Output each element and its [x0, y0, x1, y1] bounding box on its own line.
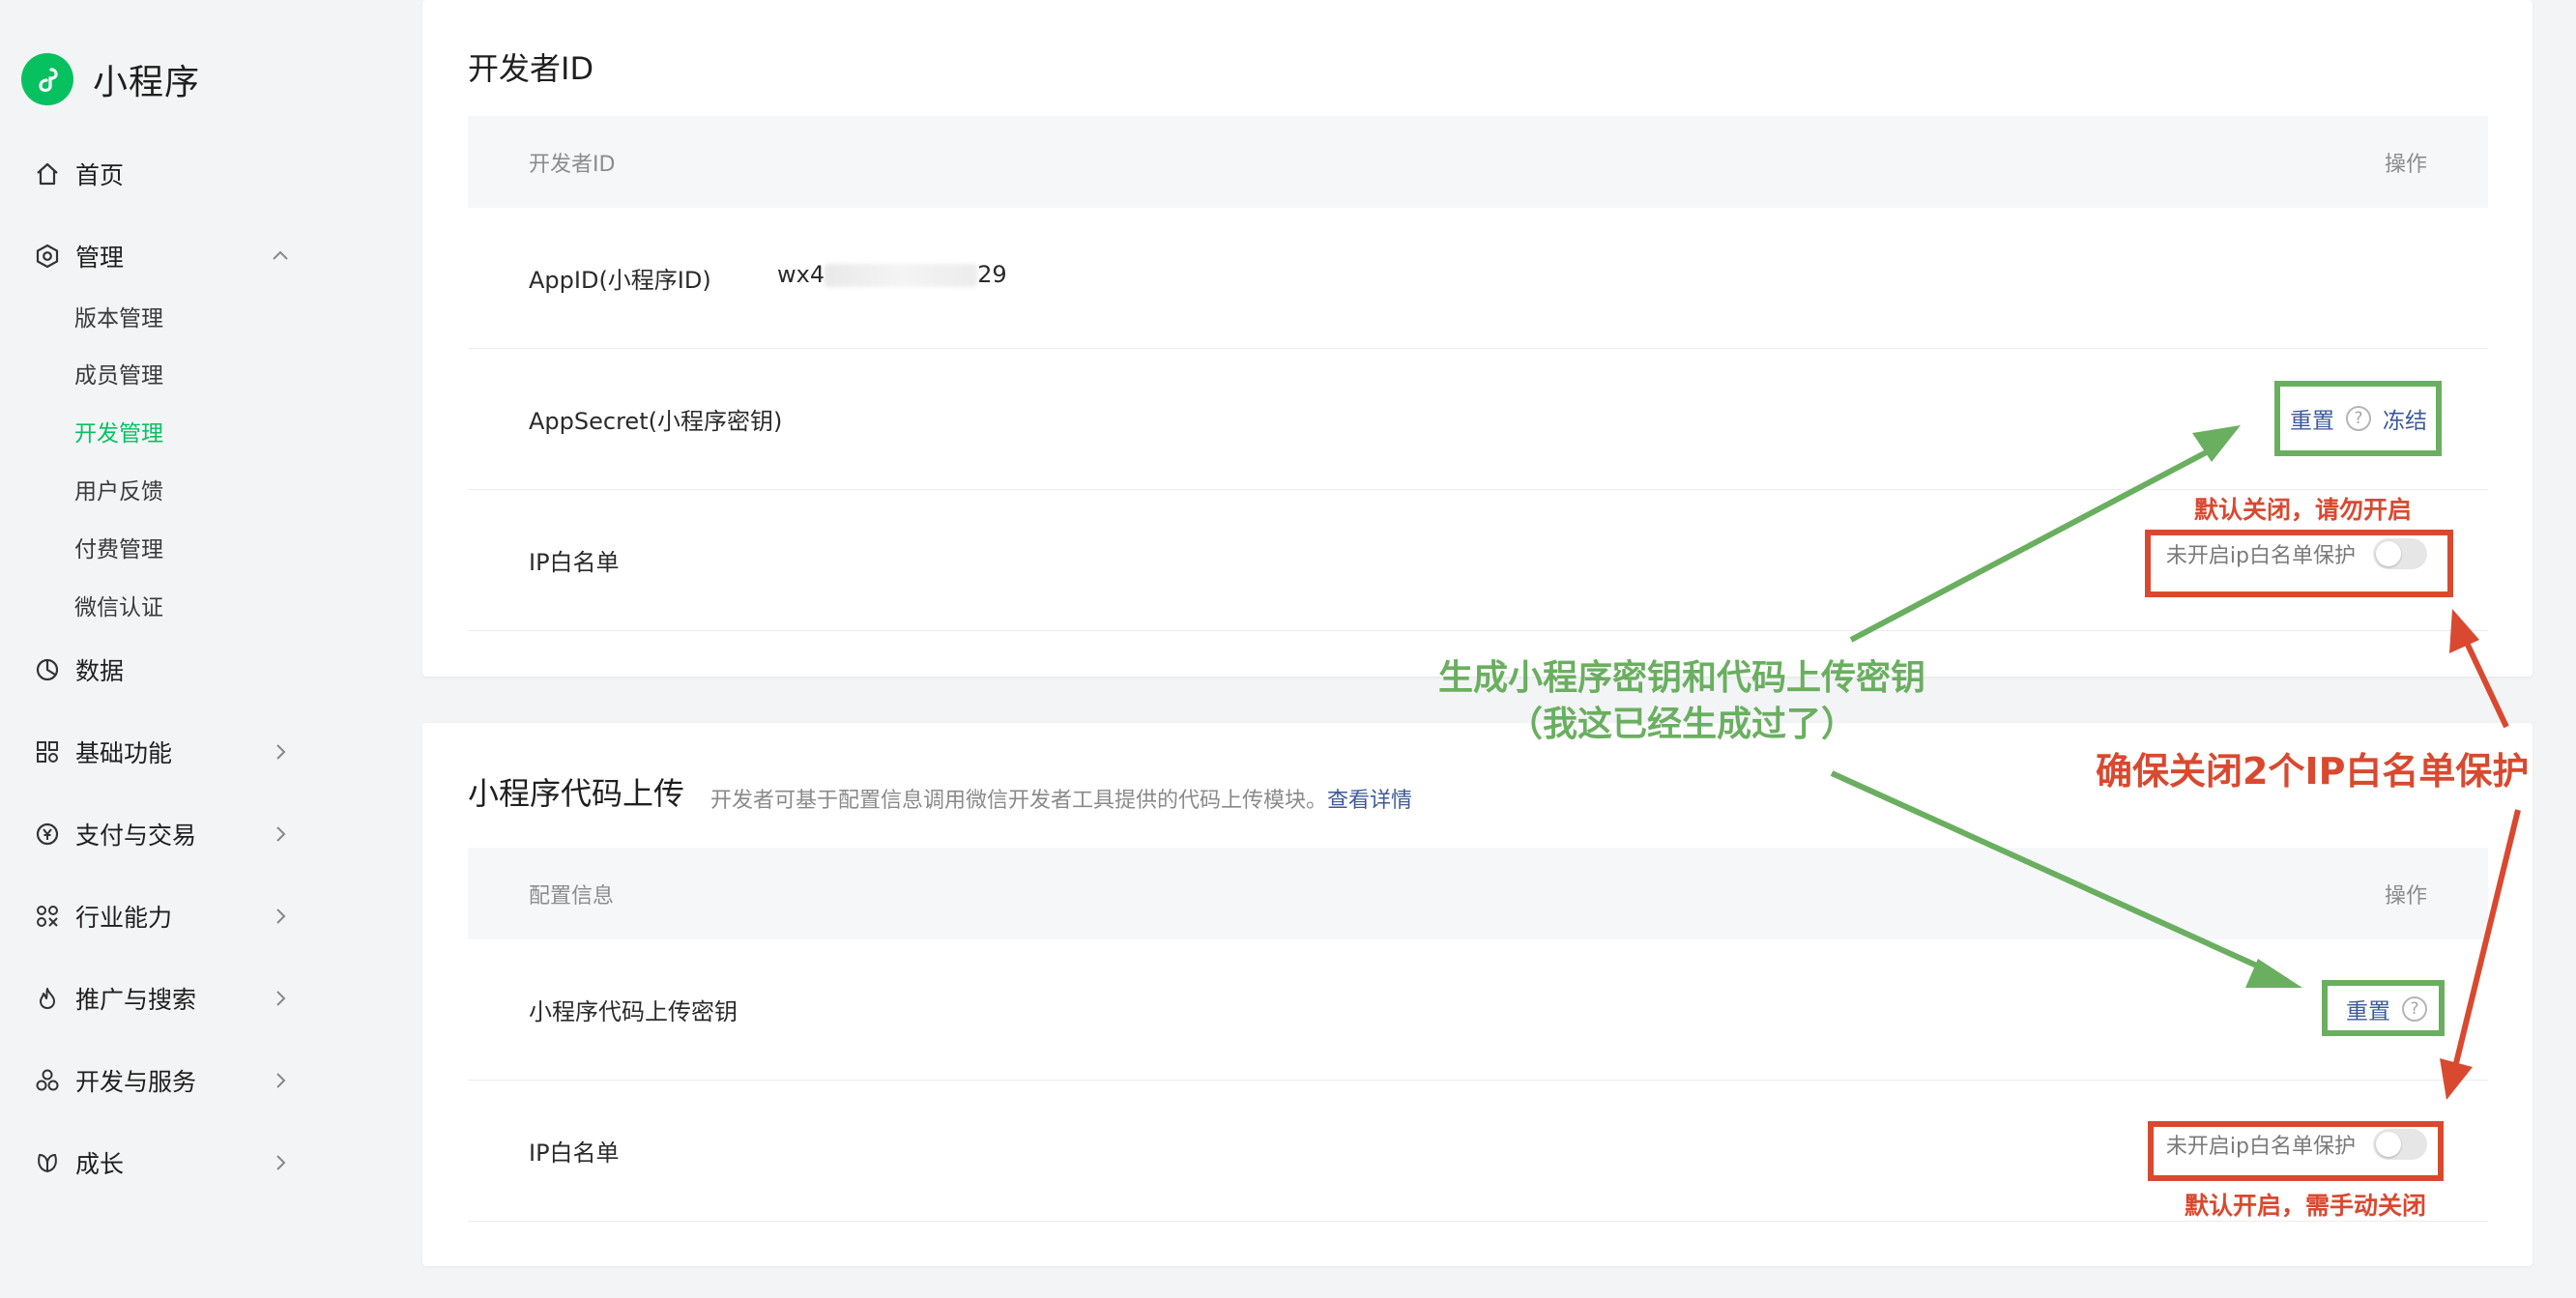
- annotation-default-off: 默认关闭，请勿开启: [2194, 496, 2413, 524]
- section-title-code-upload: 小程序代码上传: [468, 775, 685, 812]
- sidebar-item-home[interactable]: 首页: [33, 153, 294, 195]
- ip-whitelist-label: IP白名单: [529, 549, 620, 576]
- sidebar-subitem-billing[interactable]: 付费管理: [74, 533, 163, 567]
- sidebar-item-manage[interactable]: 管理: [33, 235, 294, 277]
- table-row-appid: AppID(小程序ID) wx4 29: [468, 208, 2488, 349]
- sidebar-item-label: 首页: [75, 161, 125, 189]
- app-logo[interactable]: 小程序: [21, 53, 200, 105]
- sidebar-subitem-dev-manage[interactable]: 开发管理: [74, 417, 163, 451]
- chevron-right-icon[interactable]: [267, 1067, 294, 1094]
- sidebar-item-label: 行业能力: [75, 904, 173, 932]
- annotation-ensure-off: 确保关闭2个IP白名单保护: [2096, 750, 2530, 793]
- upload-key-label: 小程序代码上传密钥: [529, 998, 738, 1025]
- chevron-up-icon[interactable]: [267, 243, 294, 270]
- sidebar-item-label: 数据: [75, 657, 125, 685]
- column-header-action: 操作: [2384, 884, 2427, 909]
- cluster-icon: [33, 1066, 62, 1095]
- sidebar-subitem-verification[interactable]: 微信认证: [74, 591, 163, 625]
- sidebar-item-label: 管理: [75, 244, 125, 272]
- sidebar-item-data[interactable]: 数据: [33, 649, 294, 691]
- code-upload-card: 小程序代码上传 开发者可基于配置信息调用微信开发者工具提供的代码上传模块。查看详…: [422, 723, 2533, 1266]
- table-header: 配置信息 操作: [468, 848, 2488, 939]
- industry-icon: [33, 902, 62, 931]
- sidebar-item-dev-service[interactable]: 开发与服务: [33, 1059, 294, 1102]
- section-description: 开发者可基于配置信息调用微信开发者工具提供的代码上传模块。查看详情: [710, 789, 1413, 813]
- yen-icon: [33, 820, 62, 849]
- sidebar-subitem-feedback[interactable]: 用户反馈: [74, 475, 163, 509]
- chevron-right-icon[interactable]: [267, 821, 294, 848]
- sidebar-item-label: 开发与服务: [75, 1068, 197, 1096]
- chevron-right-icon[interactable]: [267, 1149, 294, 1176]
- sidebar-item-label: 成长: [75, 1150, 125, 1178]
- leaf-icon: [33, 1148, 62, 1177]
- masked-appid: [825, 264, 978, 287]
- highlight-box-appsecret: [2274, 381, 2442, 456]
- sidebar-subitem-members[interactable]: 成员管理: [74, 359, 163, 393]
- highlight-box-ip-1: [2145, 530, 2453, 597]
- sidebar-item-growth[interactable]: 成长: [33, 1141, 294, 1184]
- table-row-appsecret: AppSecret(小程序密钥) 重置 ? 冻结: [468, 349, 2488, 490]
- app-title: 小程序: [93, 63, 201, 102]
- sidebar-subitem-version[interactable]: 版本管理: [74, 302, 163, 336]
- appid-value: wx4 29: [777, 261, 1007, 288]
- sidebar-item-label: 推广与搜索: [75, 986, 197, 1014]
- column-header-developer-id: 开发者ID: [529, 153, 616, 177]
- annotation-default-on: 默认开启，需手动关闭: [2185, 1192, 2427, 1220]
- highlight-box-ip-2: [2148, 1121, 2444, 1181]
- view-details-link[interactable]: 查看详情: [1327, 789, 1412, 813]
- sidebar-item-promotion[interactable]: 推广与搜索: [33, 977, 294, 1020]
- table-row-upload-key: 小程序代码上传密钥 重置 ?: [468, 939, 2488, 1081]
- annotation-generate-keys: 生成小程序密钥和代码上传密钥 （我这已经生成过了）: [1437, 658, 1925, 744]
- sidebar: 小程序 首页 管理 版本管理 成员管理 开发管理 用户反馈 付费管理 微信认证 …: [0, 0, 387, 1298]
- sidebar-item-label: 支付与交易: [75, 822, 197, 850]
- settings-hexagon-icon: [33, 242, 62, 271]
- sidebar-item-basic[interactable]: 基础功能: [33, 731, 294, 773]
- chevron-right-icon[interactable]: [267, 985, 294, 1012]
- highlight-box-upload-key: [2322, 980, 2445, 1036]
- chevron-right-icon[interactable]: [267, 903, 294, 930]
- column-header-config: 配置信息: [529, 884, 615, 909]
- ip-whitelist-label: IP白名单: [529, 1139, 620, 1167]
- pie-chart-icon: [33, 655, 62, 684]
- appsecret-label: AppSecret(小程序密钥): [529, 408, 783, 435]
- sidebar-item-industry[interactable]: 行业能力: [33, 895, 294, 937]
- mini-program-logo-icon: [21, 53, 73, 105]
- home-icon: [33, 159, 62, 188]
- grid-icon: [33, 737, 62, 766]
- chevron-right-icon[interactable]: [267, 738, 294, 765]
- sidebar-item-label: 基础功能: [75, 739, 173, 767]
- sidebar-item-payment[interactable]: 支付与交易: [33, 813, 294, 855]
- appid-label: AppID(小程序ID): [529, 267, 711, 294]
- table-header: 开发者ID 操作: [468, 116, 2488, 208]
- flame-icon: [33, 984, 62, 1013]
- column-header-action: 操作: [2384, 153, 2427, 177]
- section-title-developer-id: 开发者ID: [468, 50, 594, 87]
